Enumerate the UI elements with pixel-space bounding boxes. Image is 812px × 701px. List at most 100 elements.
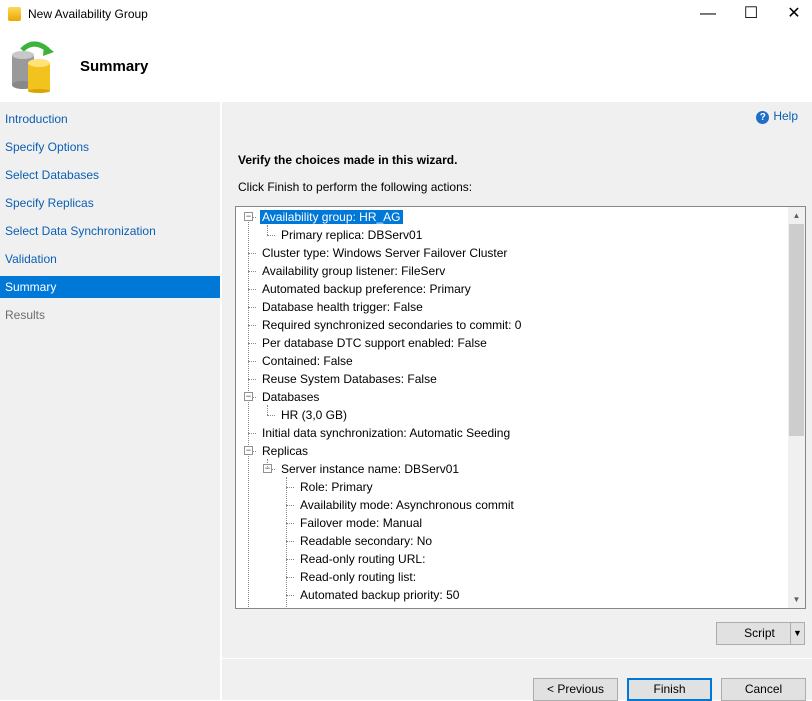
tree-line [248,307,256,308]
tree-item[interactable]: Failover mode: Manual [298,514,424,532]
tree-item-label: Initial data synchronization: Automatic … [262,426,511,440]
tree-item[interactable]: Initial data synchronization: Automatic … [260,424,512,442]
tree-line [267,235,275,236]
tree-item-label: Automated backup priority: 50 [300,588,460,602]
collapse-icon[interactable]: − [244,392,253,401]
tree-item[interactable]: Cluster type: Windows Server Failover Cl… [260,244,509,262]
collapse-icon[interactable]: − [244,446,253,455]
tree-line [286,487,294,488]
divider [222,658,812,659]
title-bar: New Availability Group — ☐ ✕ [0,0,812,28]
tree-item-label: Cluster type: Windows Server Failover Cl… [262,246,508,260]
tree-item-label: Primary replica: DBServ01 [281,228,423,242]
script-button[interactable]: Script [716,622,791,645]
tree-item-label: Availability group: HR_AG [260,210,403,224]
tree-line [286,541,294,542]
tree-line [286,523,294,524]
tree-line [248,271,256,272]
cancel-button[interactable]: Cancel [721,678,806,701]
nav-introduction[interactable]: Introduction [0,108,220,130]
tree-item-label: Server instance name: DBServ01 [281,462,460,476]
tree-item[interactable]: Role: Primary [298,478,375,496]
app-icon [8,7,21,21]
database-sync-icon [12,41,54,93]
tree-item[interactable]: Automated backup preference: Primary [260,280,473,298]
tree-item[interactable]: Readable secondary: No [298,532,434,550]
tree-item-label: Readable secondary: No [300,534,433,548]
tree-item[interactable]: Contained: False [260,352,355,370]
tree-item[interactable]: Database health trigger: False [260,298,425,316]
tree-line [248,253,256,254]
tree-item[interactable]: Required synchronized secondaries to com… [260,316,523,334]
tree-item-label: Read-only routing URL: [300,552,426,566]
scrollbar-thumb[interactable] [789,224,804,436]
page-title: Summary [80,58,149,75]
nav-select-data-synchronization[interactable]: Select Data Synchronization [0,220,220,242]
nav-summary[interactable]: Summary [0,276,220,298]
minimize-button[interactable]: — [688,2,728,26]
scroll-up-icon[interactable]: ▲ [788,207,805,224]
tree-item-label: Reuse System Databases: False [262,372,437,386]
tree-item[interactable]: Server instance name: DBServ01 [279,460,461,478]
vertical-scrollbar[interactable]: ▲ ▼ [788,207,805,608]
tree-item-label: Required synchronized secondaries to com… [262,318,522,332]
tree-line [286,577,294,578]
finish-button[interactable]: Finish [627,678,712,701]
tree-line [248,343,256,344]
wizard-nav: Introduction Specify Options Select Data… [0,102,220,700]
tree-item-label: Per database DTC support enabled: False [262,336,487,350]
tree-item[interactable]: Availability mode: Asynchronous commit [298,496,516,514]
tree-item[interactable]: Reuse System Databases: False [260,370,439,388]
nav-validation[interactable]: Validation [0,248,220,270]
tree-item-label: Failover mode: Manual [300,516,423,530]
maximize-button[interactable]: ☐ [731,2,771,26]
tree-item-label: Role: Primary [300,480,373,494]
tree-line [248,361,256,362]
tree-line [248,433,256,434]
tree-item[interactable]: Primary replica: DBServ01 [279,226,424,244]
instruction-text: Click Finish to perform the following ac… [238,180,473,194]
verify-heading: Verify the choices made in this wizard. [238,153,458,167]
tree-line [267,405,268,415]
summary-tree[interactable]: ▲ ▼ − Availability group: HR_AG Primary re… [235,206,806,609]
nav-results: Results [5,308,46,322]
nav-select-databases[interactable]: Select Databases [0,164,220,186]
tree-line [267,225,268,235]
tree-item[interactable]: Automated backup priority: 50 [298,586,461,604]
tree-line [286,477,287,607]
tree-line [267,415,275,416]
tree-item-label: Automated backup preference: Primary [262,282,471,296]
help-icon: ? [756,111,770,124]
help-label: Help [773,109,798,123]
close-button[interactable]: ✕ [774,2,812,26]
tree-line [267,459,268,469]
tree-item[interactable]: Availability group: HR_AG [260,208,403,226]
previous-button[interactable]: < Previous [533,678,618,701]
tree-line [286,559,294,560]
tree-item-label: Availability mode: Asynchronous commit [300,498,514,512]
tree-item-label: Database health trigger: False [262,300,423,314]
script-dropdown-icon[interactable]: ▼ [790,622,805,645]
tree-item[interactable]: Availability group listener: FileServ [260,262,447,280]
tree-item[interactable]: HR (3,0 GB) [279,406,349,424]
tree-line [248,379,256,380]
tree-item-label: Availability group listener: FileServ [262,264,446,278]
tree-item[interactable]: Databases [260,388,321,406]
nav-specify-options[interactable]: Specify Options [0,136,220,158]
tree-item[interactable]: Read-only routing list: [298,568,418,586]
tree-item[interactable]: Read-only routing URL: [298,550,427,568]
tree-item-label: Databases [262,390,320,404]
nav-specify-replicas[interactable]: Specify Replicas [0,192,220,214]
tree-line [286,505,294,506]
tree-item-label: Read-only routing list: [300,570,417,584]
collapse-icon[interactable]: − [244,212,253,221]
tree-item[interactable]: Replicas [260,442,310,460]
tree-item[interactable]: Per database DTC support enabled: False [260,334,489,352]
scroll-down-icon[interactable]: ▼ [788,591,805,608]
tree-line [248,325,256,326]
help-link[interactable]: ? Help [756,109,798,124]
tree-item-label: Contained: False [262,354,353,368]
tree-line [286,595,294,596]
tree-item-label: Replicas [262,444,309,458]
tree-line [248,216,249,607]
